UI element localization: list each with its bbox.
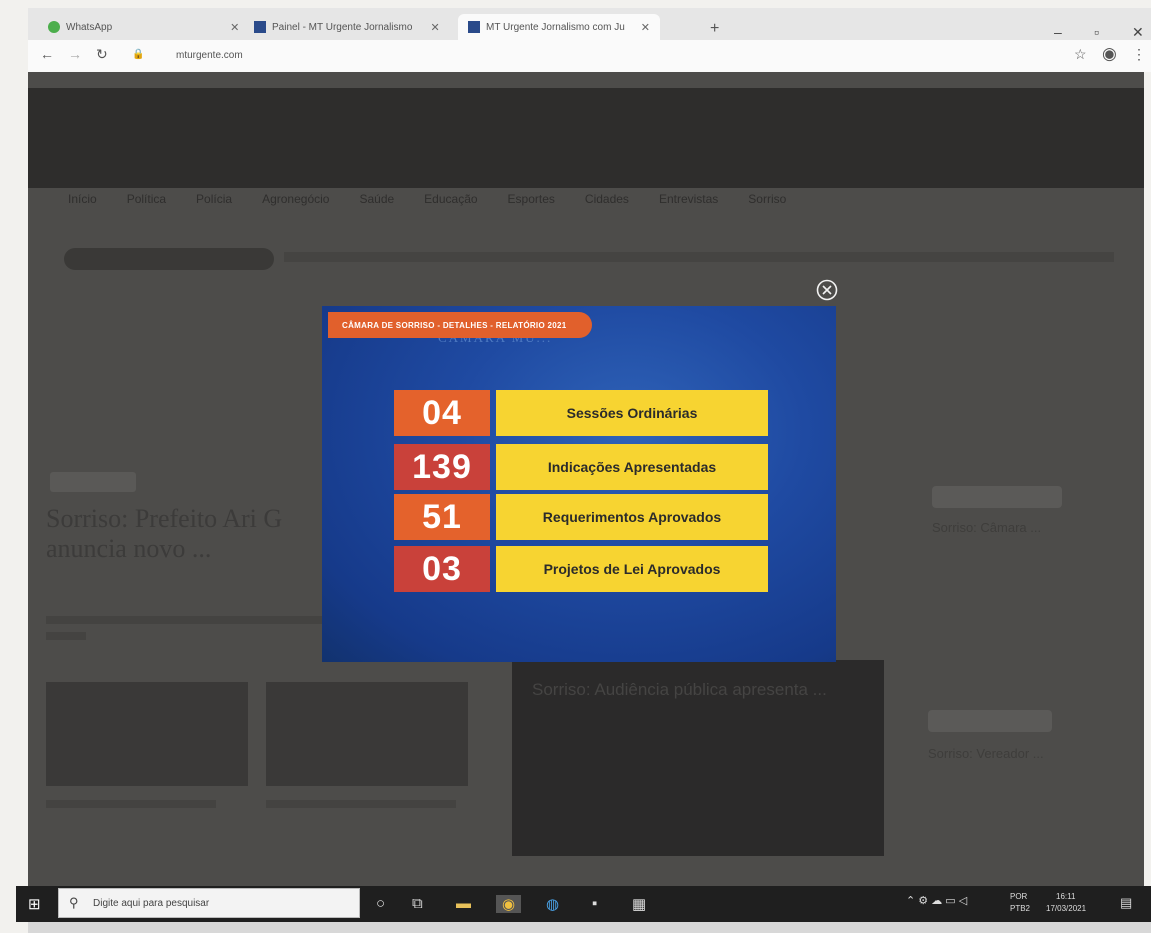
tab-mt-urgente[interactable]: MT Urgente Jornalismo com Ju ✕ (458, 14, 660, 40)
popup-tag: CÂMARA DE SORRISO - DETALHES - RELATÓRIO… (328, 312, 592, 338)
language-sub: PTB2 (1010, 904, 1031, 913)
clock-time[interactable]: 16:11 (1056, 892, 1075, 901)
nav-item[interactable]: Sorriso (748, 192, 786, 212)
clock-date[interactable]: 17/03/2021 (1046, 904, 1086, 913)
stat-number: 139 (394, 444, 490, 490)
taskbar: ⊞ ⚲ Digite aqui para pesquisar ○ ⧉ ▬ ◉ ◍… (16, 886, 1151, 922)
nav-item[interactable]: Saúde (359, 192, 394, 212)
close-window-button[interactable]: ✕ (1132, 24, 1144, 41)
tab-label: MT Urgente Jornalismo com Ju (486, 21, 625, 33)
thumbnail[interactable] (266, 682, 468, 786)
nav-item[interactable]: Política (127, 192, 166, 212)
profile-icon[interactable]: ◉ (1102, 44, 1117, 64)
close-tab-icon[interactable]: ✕ (430, 21, 439, 34)
site-favicon-icon (468, 21, 480, 33)
stat-label: Requerimentos Aprovados (496, 494, 768, 540)
caption-line (266, 800, 456, 808)
stat-row: 04 Sessões Ordinárias (394, 390, 768, 436)
tab-label: Painel - MT Urgente Jornalismo (272, 21, 413, 33)
sidebar-text[interactable]: Sorriso: Câmara ... (932, 518, 1092, 538)
sidebar-text[interactable]: Sorriso: Vereador ... (928, 744, 1088, 764)
close-tab-icon[interactable]: ✕ (641, 21, 650, 34)
lock-icon[interactable]: 🔒 (132, 49, 144, 60)
stat-number: 51 (394, 494, 490, 540)
category-badge[interactable] (50, 472, 136, 492)
language-indicator[interactable]: POR (1010, 892, 1027, 901)
store-icon[interactable]: ▪ (592, 895, 597, 912)
bottom-strip (28, 922, 1151, 933)
site-header (28, 88, 1144, 188)
tab-label: WhatsApp (66, 21, 113, 33)
forward-icon[interactable]: → (68, 46, 82, 62)
stat-number: 03 (394, 546, 490, 592)
site-favicon-icon (254, 21, 266, 33)
site-nav: Início Política Polícia Agronegócio Saúd… (68, 192, 1108, 212)
tray-icons[interactable]: ⌃ ⚙ ☁ ▭ ◁ (906, 894, 967, 907)
notifications-icon[interactable]: ▤ (1120, 895, 1132, 911)
reload-icon[interactable]: ↻ (96, 46, 108, 63)
task-view-icon[interactable]: ⧉ (412, 895, 423, 912)
nav-item[interactable]: Agronegócio (262, 192, 329, 212)
nav-item[interactable]: Início (68, 192, 97, 212)
ticker-badge (64, 248, 274, 270)
cortana-icon[interactable]: ○ (376, 895, 385, 912)
tab-painel[interactable]: Painel - MT Urgente Jornalismo ✕ (254, 14, 440, 40)
sidebar-badge (932, 486, 1062, 508)
excerpt-line (46, 632, 86, 640)
stat-label: Sessões Ordinárias (496, 390, 768, 436)
stat-row: 51 Requerimentos Aprovados (394, 494, 768, 540)
search-icon: ⚲ (69, 895, 79, 910)
close-tab-icon[interactable]: ✕ (230, 21, 239, 34)
caption-line (46, 800, 216, 808)
thumbnail[interactable] (46, 682, 248, 786)
stat-label: Projetos de Lei Aprovados (496, 546, 768, 592)
nav-item[interactable]: Educação (424, 192, 477, 212)
nav-item[interactable]: Entrevistas (659, 192, 718, 212)
sidebar-badge (928, 710, 1052, 732)
featured-card-text: Sorriso: Audiência pública apresenta ... (532, 680, 827, 699)
excerpt-line (46, 616, 326, 624)
search-placeholder: Digite aqui para pesquisar (93, 898, 210, 909)
address-bar: ← → ↻ 🔒 mturgente.com ☆ ◉ ⋮ (28, 40, 1151, 72)
ticker-text (284, 252, 1114, 262)
taskbar-search[interactable]: ⚲ Digite aqui para pesquisar (58, 888, 360, 918)
tab-whatsapp[interactable]: WhatsApp ✕ (48, 14, 239, 40)
minimize-button[interactable]: – (1054, 24, 1062, 40)
file-explorer-icon[interactable]: ▬ (456, 895, 471, 912)
stat-row: 03 Projetos de Lei Aprovados (394, 546, 768, 592)
nav-item[interactable]: Esportes (508, 192, 555, 212)
back-icon[interactable]: ← (40, 46, 54, 62)
close-circle-icon (816, 279, 838, 301)
featured-card[interactable]: Sorriso: Audiência pública apresenta ... (512, 660, 884, 856)
close-popup-button[interactable] (816, 279, 838, 301)
bookmark-star-icon[interactable]: ☆ (1074, 46, 1087, 63)
stats-popup: CÂMARA MU... CÂMARA DE SORRISO - DETALHE… (322, 306, 836, 662)
nav-item[interactable]: Polícia (196, 192, 232, 212)
headline[interactable]: Sorriso: Prefeito Ari G anuncia novo ... (46, 504, 346, 564)
chrome-icon[interactable]: ◉ (496, 895, 522, 913)
url-field[interactable]: mturgente.com (176, 50, 243, 61)
maximize-button[interactable]: ▫ (1094, 24, 1099, 40)
whatsapp-icon (48, 21, 60, 33)
stat-row: 139 Indicações Apresentadas (394, 444, 768, 490)
new-tab-button[interactable]: + (710, 20, 719, 38)
edge-icon[interactable]: ◍ (546, 895, 559, 913)
stat-number: 04 (394, 390, 490, 436)
stat-label: Indicações Apresentadas (496, 444, 768, 490)
app-icon[interactable]: ▦ (632, 895, 646, 913)
windows-start-icon[interactable]: ⊞ (28, 895, 41, 913)
menu-icon[interactable]: ⋮ (1132, 46, 1146, 63)
tab-bar: WhatsApp ✕ Painel - MT Urgente Jornalism… (28, 8, 1151, 40)
nav-item[interactable]: Cidades (585, 192, 629, 212)
